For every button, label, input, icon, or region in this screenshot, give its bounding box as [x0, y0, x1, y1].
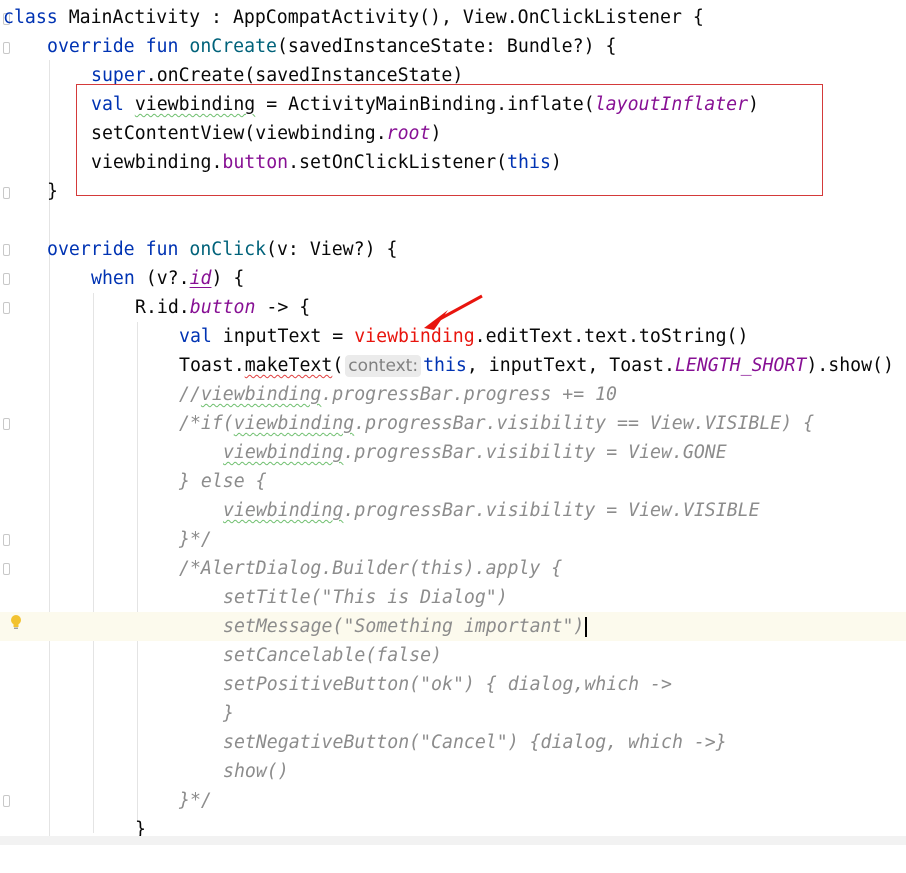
code-text: .editText.text.toString(): [474, 326, 749, 347]
code-text: .onCreate(savedInstanceState): [145, 65, 464, 86]
keyword: this: [507, 152, 551, 173]
code-text: ): [550, 152, 562, 173]
code-text: R.id.: [135, 297, 190, 318]
keyword: val: [91, 94, 124, 115]
code-line-18[interactable]: viewbinding.progressBar.visibility = Vie…: [0, 496, 906, 525]
property-reference: id: [189, 268, 212, 289]
code-line-10[interactable]: when (v?.id) {: [0, 264, 906, 293]
property-reference: root: [386, 123, 431, 144]
keyword: fun: [145, 36, 179, 57]
function-name: onClick: [189, 239, 267, 260]
code-line-15[interactable]: /*if(viewbinding.progressBar.visibility …: [0, 409, 906, 438]
comment-text: /*AlertDialog.Builder(this).apply {: [179, 558, 563, 579]
code-text: ): [430, 123, 442, 144]
comment-text: viewbinding: [200, 384, 322, 405]
function-name: makeText: [244, 355, 333, 376]
code-line-9[interactable]: override fun onClick(v: View?) {: [0, 235, 906, 264]
property-reference: button: [222, 152, 289, 173]
horizontal-scrollbar[interactable]: [0, 836, 906, 845]
code-text: setContentView(viewbinding.: [91, 123, 387, 144]
comment-text: /*if(: [179, 413, 234, 434]
code-line-14[interactable]: //viewbinding.progressBar.progress += 10: [0, 380, 906, 409]
property-reference: layoutInflater: [594, 94, 749, 115]
code-line-3[interactable]: super.onCreate(savedInstanceState): [0, 61, 906, 90]
code-line-28[interactable]: }*/: [0, 786, 906, 815]
comment-text: setTitle("This is Dialog"): [223, 587, 508, 608]
keyword: fun: [145, 239, 179, 260]
code-text: viewbinding.: [91, 152, 223, 173]
variable-name: viewbinding: [134, 94, 256, 115]
code-line-13[interactable]: Toast.makeText(context: this, inputText, …: [0, 351, 906, 380]
keyword: class: [3, 7, 58, 28]
lightbulb-icon[interactable]: [9, 614, 23, 630]
code-text: -> {: [255, 297, 311, 318]
parameter-hint: context:: [345, 355, 422, 377]
code-line-6[interactable]: viewbinding.button.setOnClickListener(th…: [0, 148, 906, 177]
code-line-4[interactable]: val viewbinding = ActivityMainBinding.in…: [0, 90, 906, 119]
comment-text: }*/: [179, 790, 212, 811]
comment-text: .progressBar.progress += 10: [321, 384, 618, 405]
code-line-7[interactable]: }: [0, 177, 906, 206]
comment-text: setCancelable(false): [223, 645, 442, 666]
comment-text: viewbinding: [233, 413, 355, 434]
code-text: (v?.: [134, 268, 190, 289]
comment-text: setPositiveButton("ok") { dialog,which -…: [223, 674, 672, 695]
code-line-26[interactable]: setNegativeButton("Cancel") {dialog, whi…: [0, 728, 906, 757]
code-line-17[interactable]: } else {: [0, 467, 906, 496]
code-text: ): [748, 94, 759, 115]
comment-text: .progressBar.visibility = View.GONE: [343, 442, 727, 463]
code-text: ).show(): [806, 355, 894, 376]
code-text: , inputText, Toast.: [466, 355, 675, 376]
comment-text: .progressBar.visibility = View.VISIBLE: [343, 500, 760, 521]
code-line-1[interactable]: class MainActivity : AppCompatActivity()…: [0, 3, 906, 32]
code-line-27[interactable]: show(): [0, 757, 906, 786]
comment-text: } else {: [179, 471, 267, 492]
code-line-19[interactable]: }*/: [0, 525, 906, 554]
keyword: override: [47, 239, 135, 260]
code-line-22-current[interactable]: setMessage("Something important"): [0, 612, 906, 641]
keyword: this: [423, 355, 467, 376]
class-declaration: MainActivity : AppCompatActivity(), View…: [57, 7, 704, 28]
comment-text: }: [223, 703, 234, 724]
function-name: onCreate: [189, 36, 277, 57]
code-text: (: [332, 355, 344, 376]
code-line-16[interactable]: viewbinding.progressBar.visibility = Vie…: [0, 438, 906, 467]
code-line-25[interactable]: }: [0, 699, 906, 728]
comment-text: setMessage("Something important"): [223, 616, 585, 637]
keyword: super: [91, 65, 146, 86]
constant-reference: LENGTH_SHORT: [674, 355, 807, 376]
code-text: = ActivityMainBinding.inflate(: [255, 94, 595, 115]
code-text: inputText =: [211, 326, 355, 347]
code-text: Toast.: [179, 355, 245, 376]
code-line-21[interactable]: setTitle("This is Dialog"): [0, 583, 906, 612]
keyword: when: [91, 268, 135, 289]
code-line-23[interactable]: setCancelable(false): [0, 641, 906, 670]
comment-text: viewbinding: [223, 500, 344, 521]
code-line-20[interactable]: /*AlertDialog.Builder(this).apply {: [0, 554, 906, 583]
code-line-24[interactable]: setPositiveButton("ok") { dialog,which -…: [0, 670, 906, 699]
comment-text: }*/: [179, 529, 212, 550]
code-line-2[interactable]: override fun onCreate(savedInstanceState…: [0, 32, 906, 61]
code-line-5[interactable]: setContentView(viewbinding.root): [0, 119, 906, 148]
comment-text: setNegativeButton("Cancel") {dialog, whi…: [223, 732, 727, 753]
code-text: ) {: [211, 268, 245, 289]
text-caret: [585, 617, 587, 637]
function-signature: (v: View?) {: [266, 239, 398, 260]
closing-brace: }: [47, 181, 58, 202]
comment-text: //: [179, 384, 201, 405]
comment-text: show(): [223, 761, 289, 782]
property-reference: button: [189, 297, 256, 318]
red-arrow-icon: [424, 294, 483, 330]
code-text: .setOnClickListener(: [288, 152, 508, 173]
keyword: override: [47, 36, 135, 57]
function-signature: (savedInstanceState: Bundle?) {: [276, 36, 617, 57]
comment-text: viewbinding: [223, 442, 344, 463]
keyword: val: [179, 326, 212, 347]
comment-text: .progressBar.visibility == View.VISIBLE)…: [354, 413, 815, 434]
